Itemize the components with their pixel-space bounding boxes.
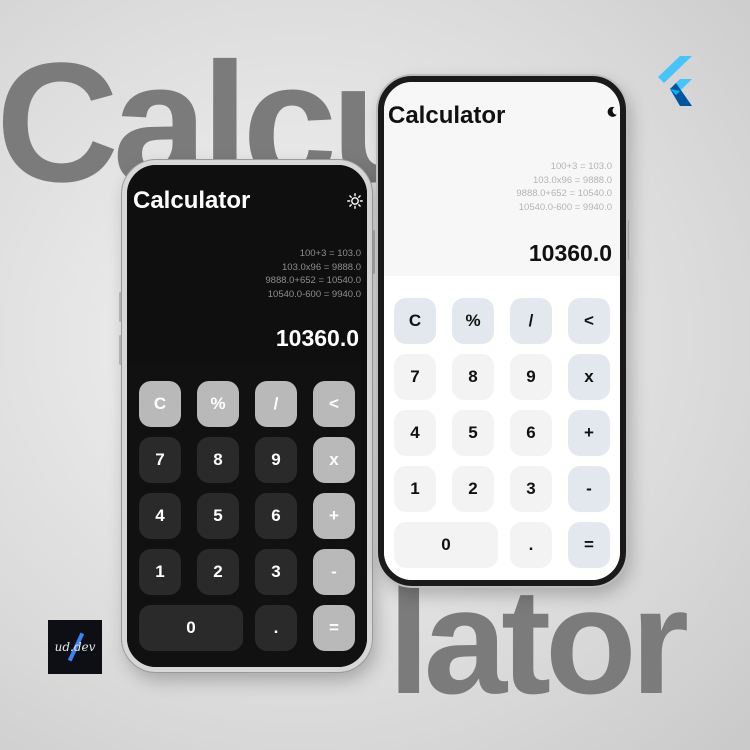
digit-0-button[interactable]: 0 — [394, 522, 498, 568]
digit-9-button[interactable]: 9 — [255, 437, 297, 483]
equals-button[interactable]: = — [568, 522, 610, 568]
history-item: 103.0x96 = 9888.0 — [533, 174, 612, 186]
digit-5-button[interactable]: 5 — [452, 410, 494, 456]
clear-button[interactable]: C — [139, 381, 181, 427]
minus-button[interactable]: - — [313, 549, 355, 595]
digit-8-button[interactable]: 8 — [452, 354, 494, 400]
dark-phone-power-button — [372, 230, 375, 274]
sun-icon[interactable] — [347, 193, 363, 209]
light-keypad: C % / < 7 8 9 x 4 5 6 + 1 2 3 - 0 . = — [384, 276, 620, 580]
history-item: 100+3 = 103.0 — [550, 161, 612, 172]
multiply-button[interactable]: x — [568, 354, 610, 400]
digit-4-button[interactable]: 4 — [394, 410, 436, 456]
equals-button[interactable]: = — [313, 605, 355, 651]
digit-4-button[interactable]: 4 — [139, 493, 181, 539]
digit-7-button[interactable]: 7 — [394, 354, 436, 400]
decimal-button[interactable]: . — [255, 605, 297, 651]
digit-8-button[interactable]: 8 — [197, 437, 239, 483]
divide-button[interactable]: / — [255, 381, 297, 427]
plus-button[interactable]: + — [568, 410, 610, 456]
dark-display-area: Calculator 100+3 = 103.0 103.0x96 = 9888… — [127, 165, 367, 361]
ud-dev-logo: ud.dev — [48, 620, 102, 674]
history-item: 10540.0-600 = 9940.0 — [518, 201, 612, 213]
history-list: 100+3 = 103.0 103.0x96 = 9888.0 9888.0+6… — [516, 160, 612, 214]
history-item: 9888.0+652 = 10540.0 — [516, 188, 612, 199]
digit-6-button[interactable]: 6 — [510, 410, 552, 456]
digit-9-button[interactable]: 9 — [510, 354, 552, 400]
clear-button[interactable]: C — [394, 298, 436, 344]
light-phone: Calculator 100+3 = 103.0 103.0x96 = 9888… — [378, 76, 626, 586]
app-title: Calculator — [133, 187, 251, 214]
backspace-button[interactable]: < — [313, 381, 355, 427]
digit-3-button[interactable]: 3 — [255, 549, 297, 595]
divide-button[interactable]: / — [510, 298, 552, 344]
percent-button[interactable]: % — [197, 381, 239, 427]
dark-keypad: C % / < 7 8 9 x 4 5 6 + 1 2 3 - 0 . = — [127, 361, 367, 667]
app-title: Calculator — [388, 102, 506, 129]
digit-6-button[interactable]: 6 — [255, 493, 297, 539]
digit-1-button[interactable]: 1 — [139, 549, 181, 595]
minus-button[interactable]: - — [568, 466, 610, 512]
result-display: 10360.0 — [275, 325, 359, 351]
digit-0-button[interactable]: 0 — [139, 605, 243, 651]
plus-button[interactable]: + — [313, 493, 355, 539]
digit-2-button[interactable]: 2 — [452, 466, 494, 512]
history-item: 9888.0+652 = 10540.0 — [265, 275, 361, 286]
moon-icon[interactable] — [606, 106, 618, 118]
flutter-logo-icon — [658, 56, 692, 106]
light-display-area: Calculator 100+3 = 103.0 103.0x96 = 9888… — [384, 82, 620, 276]
history-item: 100+3 = 103.0 — [299, 248, 361, 259]
result-display: 10360.0 — [528, 240, 612, 266]
digit-5-button[interactable]: 5 — [197, 493, 239, 539]
decimal-button[interactable]: . — [510, 522, 552, 568]
history-item: 10540.0-600 = 9940.0 — [267, 288, 361, 300]
digit-7-button[interactable]: 7 — [139, 437, 181, 483]
multiply-button[interactable]: x — [313, 437, 355, 483]
dark-phone: Calculator 100+3 = 103.0 103.0x96 = 9888… — [122, 160, 372, 672]
history-list: 100+3 = 103.0 103.0x96 = 9888.0 9888.0+6… — [265, 247, 361, 301]
digit-2-button[interactable]: 2 — [197, 549, 239, 595]
light-phone-power-button — [626, 220, 629, 260]
digit-3-button[interactable]: 3 — [510, 466, 552, 512]
ud-dev-logo-text: ud.dev — [54, 640, 96, 654]
background-word-lator: lator — [388, 557, 689, 725]
percent-button[interactable]: % — [452, 298, 494, 344]
digit-1-button[interactable]: 1 — [394, 466, 436, 512]
history-item: 103.0x96 = 9888.0 — [282, 261, 361, 273]
backspace-button[interactable]: < — [568, 298, 610, 344]
